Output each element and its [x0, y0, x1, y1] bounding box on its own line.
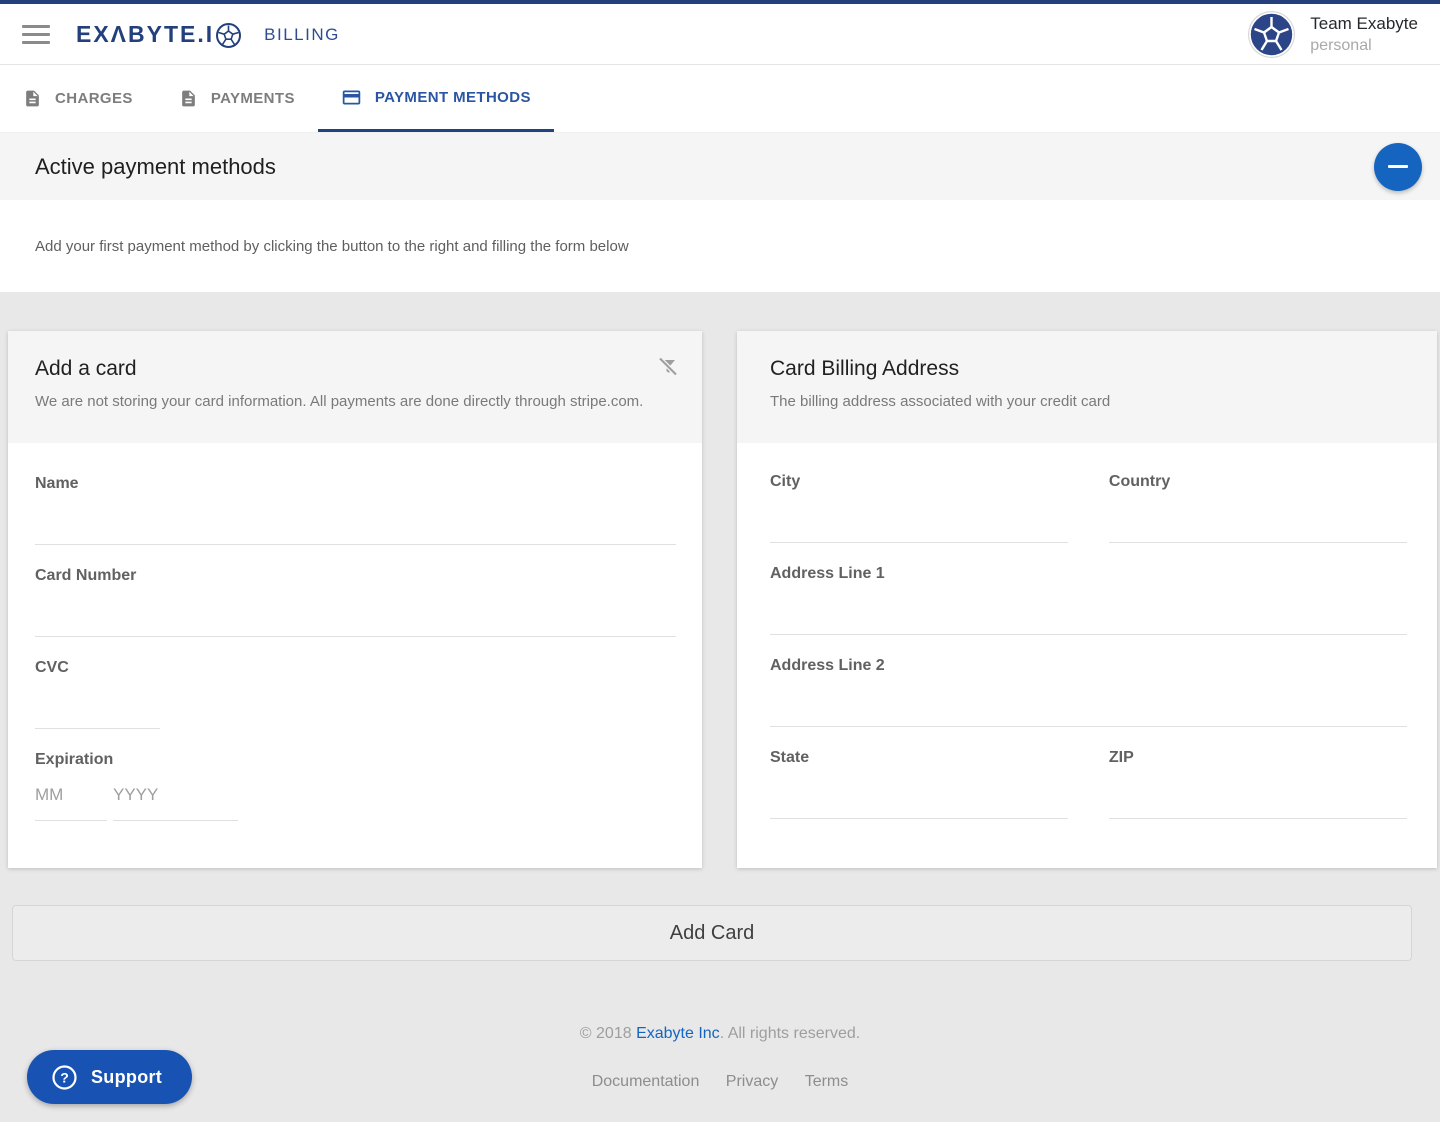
card-number-field: Card Number	[35, 567, 676, 637]
add-card-subtitle: We are not storing your card information…	[35, 393, 678, 410]
country-label: Country	[1109, 473, 1407, 492]
country-field: Country	[1109, 473, 1407, 543]
company-link[interactable]: Exabyte Inc	[636, 1025, 720, 1042]
address-line-2-field: Address Line 2	[770, 657, 1407, 727]
name-label: Name	[35, 475, 676, 494]
expiration-month-input[interactable]	[35, 770, 107, 821]
card-number-input[interactable]	[35, 586, 676, 637]
tab-payment-methods-label: PAYMENT METHODS	[375, 89, 531, 106]
add-card-panel: Add a card We are not storing your card …	[8, 331, 702, 868]
city-label: City	[770, 473, 1068, 492]
cvc-input[interactable]	[35, 678, 160, 729]
svg-text:?: ?	[60, 1069, 69, 1085]
billing-address-title: Card Billing Address	[770, 357, 1413, 381]
name-field: Name	[35, 475, 676, 545]
tab-charges[interactable]: CHARGES	[0, 65, 156, 132]
minus-icon	[1388, 165, 1408, 168]
name-input[interactable]	[35, 494, 676, 545]
header-section-label: BILLING	[264, 25, 340, 45]
brand-logo-text: EXΛBYTE.I	[76, 21, 214, 48]
terms-link[interactable]: Terms	[805, 1073, 849, 1090]
address-line-2-input[interactable]	[770, 676, 1407, 727]
active-payment-methods-section: Active payment methods	[0, 133, 1440, 200]
address-line-1-field: Address Line 1	[770, 565, 1407, 635]
avatar-soccer-ball-icon	[1248, 11, 1295, 58]
cvc-label: CVC	[35, 659, 676, 678]
privacy-link[interactable]: Privacy	[726, 1073, 778, 1090]
page-title: Active payment methods	[35, 154, 276, 180]
footer-links: Documentation Privacy Terms	[0, 1073, 1440, 1091]
help-icon: ?	[51, 1064, 78, 1091]
zip-field: ZIP	[1109, 749, 1407, 819]
expiration-field: Expiration	[35, 751, 676, 821]
page-footer: © 2018 Exabyte Inc. All rights reserved.…	[0, 1025, 1440, 1091]
billing-tabs: CHARGES PAYMENTS PAYMENT METHODS	[0, 65, 1440, 133]
user-menu[interactable]: Team Exabyte personal	[1248, 11, 1418, 58]
payment-form-area: Add a card We are not storing your card …	[0, 292, 1440, 1122]
user-account-type: personal	[1310, 37, 1418, 55]
add-card-panel-header: Add a card We are not storing your card …	[8, 331, 702, 443]
city-input[interactable]	[770, 492, 1068, 543]
address-line-2-label: Address Line 2	[770, 657, 1407, 676]
expiration-year-input[interactable]	[113, 770, 238, 821]
card-number-label: Card Number	[35, 567, 676, 586]
address-line-1-input[interactable]	[770, 584, 1407, 635]
add-card-form: Name Card Number CVC Expiration	[8, 443, 702, 821]
billing-address-panel-header: Card Billing Address The billing address…	[737, 331, 1437, 443]
filter-clear-icon[interactable]	[656, 355, 680, 379]
tab-charges-label: CHARGES	[55, 90, 133, 107]
city-field: City	[770, 473, 1068, 543]
tab-payments-label: PAYMENTS	[211, 90, 295, 107]
document-icon	[23, 89, 42, 108]
tab-payment-methods[interactable]: PAYMENT METHODS	[318, 65, 554, 132]
app-header: EXΛBYTE.I BILLING Team Exabyte personal	[0, 4, 1440, 65]
add-card-title: Add a card	[35, 357, 678, 381]
credit-card-icon	[341, 87, 362, 108]
cvc-field: CVC	[35, 659, 676, 729]
state-label: State	[770, 749, 1068, 768]
state-input[interactable]	[770, 768, 1068, 819]
document-icon	[179, 89, 198, 108]
tab-payments[interactable]: PAYMENTS	[156, 65, 318, 132]
billing-address-form: City Country Address Line 1 Address Line…	[737, 443, 1437, 841]
documentation-link[interactable]: Documentation	[592, 1073, 700, 1090]
soccer-ball-icon	[215, 22, 242, 49]
empty-state-message-band: Add your first payment method by clickin…	[0, 200, 1440, 292]
add-card-button[interactable]: Add Card	[12, 905, 1412, 961]
copyright-line: © 2018 Exabyte Inc. All rights reserved.	[0, 1025, 1440, 1043]
zip-label: ZIP	[1109, 749, 1407, 768]
billing-address-panel: Card Billing Address The billing address…	[737, 331, 1437, 868]
zip-input[interactable]	[1109, 768, 1407, 819]
menu-icon[interactable]	[22, 25, 50, 44]
support-label: Support	[91, 1067, 162, 1088]
expiration-label: Expiration	[35, 751, 676, 770]
support-button[interactable]: ? Support	[27, 1050, 192, 1104]
address-line-1-label: Address Line 1	[770, 565, 1407, 584]
empty-state-message: Add your first payment method by clickin…	[35, 238, 629, 255]
collapse-section-button[interactable]	[1374, 143, 1422, 191]
copyright-prefix: © 2018	[580, 1025, 636, 1042]
country-input[interactable]	[1109, 492, 1407, 543]
copyright-suffix: . All rights reserved.	[720, 1025, 861, 1042]
brand-logo[interactable]: EXΛBYTE.I	[76, 20, 242, 49]
state-field: State	[770, 749, 1068, 819]
user-name: Team Exabyte	[1310, 14, 1418, 34]
billing-address-subtitle: The billing address associated with your…	[770, 393, 1413, 410]
